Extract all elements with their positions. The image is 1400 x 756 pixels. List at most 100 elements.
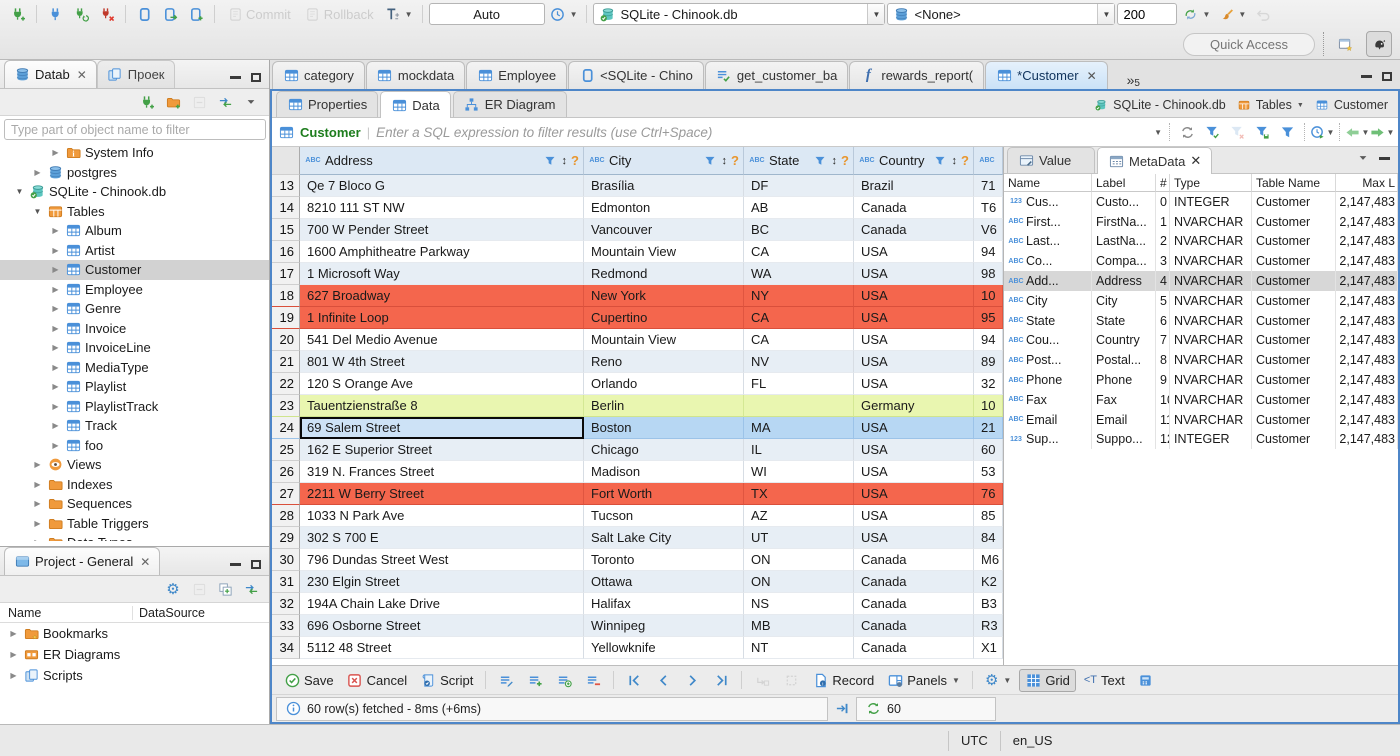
grid-cell[interactable]: USA <box>854 285 974 307</box>
grid-cell[interactable]: Brasília <box>584 175 744 197</box>
grid-cell[interactable]: USA <box>854 417 974 439</box>
tab-projects[interactable]: Проек <box>96 60 175 88</box>
expand-arrow-icon[interactable]: ▶ <box>50 246 61 255</box>
tree-item-track[interactable]: ▶ Track <box>0 416 269 436</box>
grid-cell[interactable]: Fort Worth <box>584 483 744 505</box>
tab-properties[interactable]: Properties <box>276 91 379 117</box>
grid-cell[interactable]: Salt Lake City <box>584 527 744 549</box>
grid-cell[interactable]: Mountain View <box>584 241 744 263</box>
commit-mode-combo[interactable]: Auto <box>428 3 545 25</box>
link-with-editor-button[interactable] <box>241 579 261 599</box>
grid-cell[interactable]: M6 <box>974 549 1003 571</box>
editor-tab-mockdata[interactable]: mockdata <box>365 61 466 89</box>
expand-arrow-icon[interactable]: ▶ <box>32 460 43 469</box>
column-header-city[interactable]: ABC City ↕? <box>584 147 744 175</box>
nav-back-button[interactable]: ▼ <box>1346 122 1369 142</box>
connect-button[interactable] <box>43 2 67 26</box>
tab-database-navigator[interactable]: Datab ✕ <box>4 60 97 88</box>
maximize-icon[interactable] <box>251 73 261 82</box>
grid-cell[interactable]: Canada <box>854 549 974 571</box>
text-view-button[interactable]: <T Text <box>1079 669 1130 692</box>
grid-cell[interactable]: USA <box>854 373 974 395</box>
grid-cell[interactable]: R3 <box>974 615 1003 637</box>
row-number[interactable]: 20 <box>272 329 300 351</box>
grid-cell[interactable]: 162 E Superior Street <box>300 439 584 461</box>
row-number[interactable]: 18 <box>272 285 300 307</box>
grid-cell[interactable]: V6 <box>974 219 1003 241</box>
tab-metadata[interactable]: MetaData ✕ <box>1097 147 1213 174</box>
add-row-button[interactable] <box>522 669 548 692</box>
row-number[interactable]: 33 <box>272 615 300 637</box>
grid-cell[interactable]: Berlin <box>584 395 744 417</box>
row-number[interactable]: 32 <box>272 593 300 615</box>
fetch-count-box[interactable]: 60 <box>856 696 996 721</box>
tree-item-album[interactable]: ▶ Album <box>0 221 269 241</box>
expand-arrow-icon[interactable]: ▶ <box>50 265 61 274</box>
column-hint-icon[interactable]: ? <box>961 153 973 168</box>
column-header-name[interactable]: Name <box>0 605 133 620</box>
expand-arrow-icon[interactable]: ▶ <box>50 226 61 235</box>
grid-cell[interactable]: K2 <box>974 571 1003 593</box>
minimize-icon[interactable] <box>230 563 241 566</box>
row-number[interactable]: 34 <box>272 637 300 659</box>
row-number[interactable]: 24 <box>272 417 300 439</box>
grid-cell[interactable]: Canada <box>854 637 974 659</box>
grid-cell[interactable]: B3 <box>974 593 1003 615</box>
grid-cell[interactable]: Tauentzienstraße 8 <box>300 395 584 417</box>
meta-row-fax[interactable]: ABCFaxFax10NVARCHARCustomer2,147,483 <box>1004 389 1398 410</box>
grid-cell[interactable]: ON <box>744 571 854 593</box>
expand-arrow-icon[interactable]: ▶ <box>32 480 43 489</box>
tree-item-system-info[interactable]: ▶ i System Info <box>0 143 269 163</box>
edit-row-button[interactable] <box>493 669 519 692</box>
grid-cell[interactable]: CA <box>744 329 854 351</box>
grid-cell[interactable]: UT <box>744 527 854 549</box>
grid-cell[interactable]: Madison <box>584 461 744 483</box>
grid-cell[interactable]: Canada <box>854 615 974 637</box>
grid-cell[interactable]: 53 <box>974 461 1003 483</box>
first-row-button[interactable] <box>621 669 647 692</box>
grid-cell[interactable]: Halifax <box>584 593 744 615</box>
editor-tab-employee[interactable]: Employee <box>466 61 568 89</box>
tree-item-foo[interactable]: ▶ foo <box>0 436 269 456</box>
tree-item-sequences[interactable]: ▶ Sequences <box>0 494 269 514</box>
grid-cell[interactable]: 319 N. Frances Street <box>300 461 584 483</box>
expand-arrow-icon[interactable]: ▶ <box>50 343 61 352</box>
remove-filter-button[interactable] <box>1227 122 1247 142</box>
meta-column-header-max-l[interactable]: Max L <box>1336 174 1398 192</box>
grid-cell[interactable]: Canada <box>854 197 974 219</box>
cancel-button[interactable]: Cancel <box>342 669 412 692</box>
meta-row-city[interactable]: ABC City City 5 NVARCHAR Customer 2,147,483 <box>1004 290 1398 311</box>
grid-cell[interactable]: WI <box>744 461 854 483</box>
grid-cell[interactable]: 5112 48 Street <box>300 637 584 659</box>
open-sql-script-button[interactable] <box>158 2 182 26</box>
sort-icon[interactable]: ↕ <box>722 155 728 167</box>
nav-forward-button[interactable]: ▼ <box>1371 122 1394 142</box>
grid-cell[interactable]: T6 <box>974 197 1003 219</box>
quick-access-input[interactable] <box>1183 32 1315 56</box>
disconnect-button[interactable] <box>95 2 119 26</box>
grid-cell[interactable]: 71 <box>974 175 1003 197</box>
meta-row-suppo[interactable]: 123 Sup... Suppo...12INTEGERCustomer2,147,… <box>1004 429 1398 450</box>
view-menu-button[interactable] <box>241 92 261 112</box>
grid-cell[interactable]: 32 <box>974 373 1003 395</box>
close-icon[interactable]: ✕ <box>77 68 87 82</box>
row-number[interactable]: 31 <box>272 571 300 593</box>
grid-cell[interactable]: 1 Infinite Loop <box>300 307 584 329</box>
transaction-log-button[interactable]: ▼ <box>382 2 416 26</box>
expand-arrow-icon[interactable]: ▶ <box>50 382 61 391</box>
grid-cell[interactable]: Redmond <box>584 263 744 285</box>
format-button[interactable]: ▼ <box>1215 2 1249 26</box>
breadcrumb-sqlite-chinook-db[interactable]: SQLite - Chinook.db <box>1093 97 1226 113</box>
save-button[interactable]: Save <box>279 669 339 692</box>
connection-combo[interactable]: SQLite - Chinook.db ▼ <box>593 3 886 25</box>
row-number[interactable]: 21 <box>272 351 300 373</box>
maximize-icon[interactable] <box>1382 72 1392 81</box>
grid-cell[interactable]: TX <box>744 483 854 505</box>
grid-view-button[interactable]: Grid <box>1019 668 1076 692</box>
grid-cell[interactable]: 1 Microsoft Way <box>300 263 584 285</box>
column-header-datasource[interactable]: DataSource <box>133 606 205 620</box>
grid-cell[interactable]: 10 <box>974 285 1003 307</box>
meta-column-header-item[interactable]: # <box>1156 174 1170 192</box>
timezone-indicator[interactable]: UTC <box>949 733 1000 748</box>
save-filter-button[interactable] <box>1252 122 1272 142</box>
